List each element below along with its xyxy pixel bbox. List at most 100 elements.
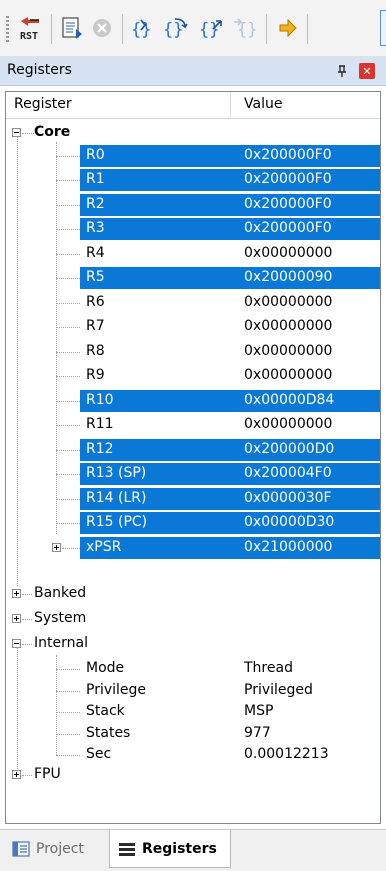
- register-name: R10: [86, 392, 114, 408]
- register-name: R1: [86, 171, 105, 187]
- register-row[interactable]: R3 0x200000F0: [6, 218, 380, 240]
- row-selection: [80, 194, 380, 216]
- internal-value: MSP: [244, 703, 274, 719]
- tab-project[interactable]: Project: [4, 830, 109, 868]
- row-selection: [80, 169, 380, 191]
- register-value[interactable]: 0x200004F0: [244, 465, 332, 481]
- register-row[interactable]: R15 (PC) 0x00000D30: [6, 512, 380, 534]
- register-name: R3: [86, 220, 105, 236]
- register-value[interactable]: 0x200000D0: [244, 441, 334, 457]
- register-name: xPSR: [86, 539, 122, 555]
- register-name: R7: [86, 318, 105, 334]
- register-value[interactable]: 0x00000D84: [244, 392, 334, 408]
- register-value[interactable]: 0x00000000: [244, 318, 332, 334]
- internal-value: 0.00012213: [244, 746, 329, 762]
- register-column-header[interactable]: Register: [6, 92, 231, 119]
- toolbar-separator: [266, 14, 267, 44]
- internal-name: Privilege: [86, 682, 147, 698]
- internal-name: States: [86, 725, 131, 741]
- show-next-statement-button[interactable]: [272, 12, 304, 44]
- reset-cpu-button[interactable]: RST: [16, 12, 48, 44]
- register-row[interactable]: xPSR 0x21000000: [6, 537, 380, 559]
- register-row[interactable]: R1 0x200000F0: [6, 169, 380, 191]
- tab-registers[interactable]: Registers: [109, 830, 231, 868]
- expand-banked-icon[interactable]: [12, 589, 21, 598]
- arrow-right-icon: [279, 18, 297, 38]
- rst-label: RST: [20, 31, 38, 42]
- register-row[interactable]: R0 0x200000F0: [6, 145, 380, 167]
- group-internal[interactable]: Internal: [6, 633, 380, 655]
- register-row[interactable]: R7 0x00000000: [6, 316, 380, 338]
- register-value[interactable]: 0x200000F0: [244, 196, 332, 212]
- step-over-icon: {}: [163, 18, 188, 40]
- register-row[interactable]: R5 0x20000090: [6, 267, 380, 289]
- internal-row[interactable]: Mode Thread: [6, 658, 380, 680]
- internal-name: Mode: [86, 660, 125, 676]
- register-row[interactable]: R14 (LR) 0x0000030F: [6, 488, 380, 510]
- step-icon: {}: [131, 19, 151, 40]
- registers-tree[interactable]: Register Value Core R0 0x200000F0 R1 0x2000…: [5, 91, 381, 824]
- step-out-button[interactable]: {}: [196, 12, 228, 44]
- group-fpu[interactable]: FPU: [6, 764, 380, 786]
- register-value[interactable]: 0x200000F0: [244, 220, 332, 236]
- register-value[interactable]: 0x00000000: [244, 245, 332, 261]
- panel-title: Registers: [7, 62, 72, 78]
- internal-value: Thread: [244, 660, 293, 676]
- internal-row[interactable]: States 977: [6, 723, 380, 745]
- svg-text:{}: {}: [163, 20, 183, 40]
- row-selection: [80, 145, 380, 167]
- step-button[interactable]: {}: [128, 12, 160, 44]
- group-system[interactable]: System: [6, 608, 380, 630]
- reset-icon: RST: [20, 17, 39, 42]
- register-name: R13 (SP): [86, 465, 147, 481]
- register-value[interactable]: 0x00000000: [244, 343, 332, 359]
- register-name: R14 (LR): [86, 490, 147, 506]
- internal-row[interactable]: Privilege Privileged: [6, 680, 380, 702]
- register-row[interactable]: R13 (SP) 0x200004F0: [6, 463, 380, 485]
- internal-value: 977: [244, 725, 271, 741]
- step-over-button[interactable]: {}: [160, 12, 192, 44]
- debug-toolbar: RST {} {} {} {}: [0, 0, 386, 57]
- run-button[interactable]: [56, 12, 88, 44]
- close-button[interactable]: ✕: [359, 63, 375, 79]
- register-row[interactable]: R10 0x00000D84: [6, 390, 380, 412]
- register-row[interactable]: R4 0x00000000: [6, 243, 380, 265]
- internal-row[interactable]: Sec 0.00012213: [6, 744, 380, 766]
- run-to-cursor-button[interactable]: {}: [230, 12, 262, 44]
- svg-text:{}: {}: [199, 20, 219, 40]
- register-value[interactable]: 0x200000F0: [244, 147, 332, 163]
- toolbar-overflow[interactable]: [380, 10, 386, 46]
- internal-row[interactable]: Stack MSP: [6, 701, 380, 723]
- panel-title-bar: Registers ✕: [0, 57, 386, 86]
- register-name: R11: [86, 416, 114, 432]
- pin-icon[interactable]: [335, 64, 349, 78]
- value-column-header[interactable]: Value: [244, 96, 282, 112]
- register-row[interactable]: R8 0x00000000: [6, 341, 380, 363]
- group-banked[interactable]: Banked: [6, 583, 380, 605]
- row-selection: [80, 267, 380, 289]
- row-selection: [80, 218, 380, 240]
- stop-button[interactable]: [86, 12, 118, 44]
- register-name: R15 (PC): [86, 514, 148, 530]
- group-core[interactable]: Core: [6, 122, 380, 144]
- register-value[interactable]: 0x21000000: [244, 539, 332, 555]
- register-row[interactable]: R9 0x00000000: [6, 365, 380, 387]
- expand-xpsr-icon[interactable]: [52, 543, 61, 552]
- register-value[interactable]: 0x00000000: [244, 416, 332, 432]
- register-value[interactable]: 0x20000090: [244, 269, 332, 285]
- register-value[interactable]: 0x0000030F: [244, 490, 332, 506]
- expand-system-icon[interactable]: [12, 614, 21, 623]
- register-value[interactable]: 0x00000000: [244, 367, 332, 383]
- register-value[interactable]: 0x00000000: [244, 294, 332, 310]
- register-row[interactable]: R11 0x00000000: [6, 414, 380, 436]
- register-name: R2: [86, 196, 105, 212]
- register-name: R5: [86, 269, 105, 285]
- close-icon: ✕: [362, 64, 372, 78]
- toolbar-grip[interactable]: [6, 16, 9, 42]
- register-value[interactable]: 0x00000D30: [244, 514, 334, 530]
- expand-fpu-icon[interactable]: [12, 770, 21, 779]
- register-row[interactable]: R6 0x00000000: [6, 292, 380, 314]
- register-row[interactable]: R2 0x200000F0: [6, 194, 380, 216]
- register-row[interactable]: R12 0x200000D0: [6, 439, 380, 461]
- register-value[interactable]: 0x200000F0: [244, 171, 332, 187]
